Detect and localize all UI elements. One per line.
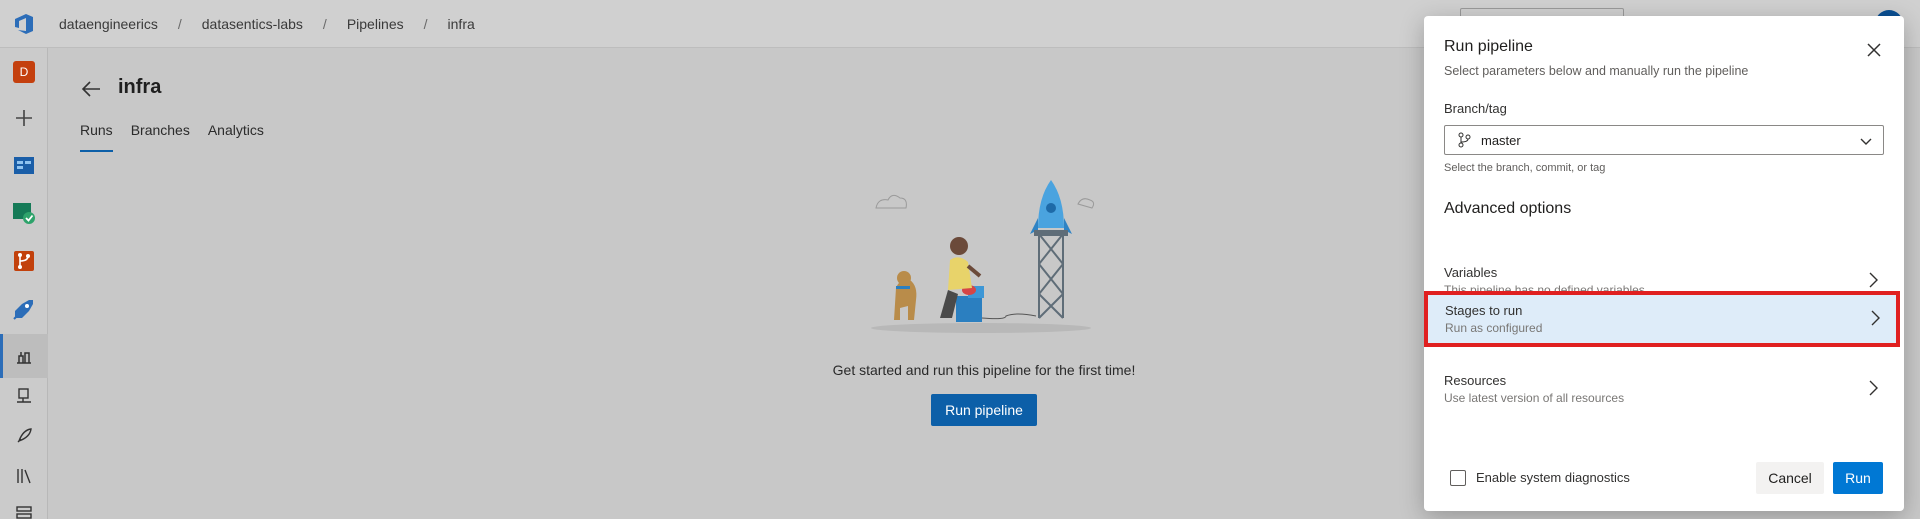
org-avatar-icon[interactable]: D	[12, 60, 36, 84]
builds-icon[interactable]	[12, 344, 36, 368]
chevron-right-icon	[1869, 272, 1878, 288]
option-resources[interactable]: Resources Use latest version of all reso…	[1424, 361, 1904, 415]
branch-select[interactable]: master	[1444, 125, 1884, 155]
plus-icon[interactable]	[12, 106, 36, 130]
diagnostics-label[interactable]: Enable system diagnostics	[1476, 470, 1630, 485]
chevron-right-icon	[1869, 380, 1878, 396]
org-avatar-letter: D	[13, 61, 35, 83]
tab-analytics[interactable]: Analytics	[208, 122, 264, 152]
chevron-right-icon	[1871, 310, 1880, 326]
back-arrow-icon[interactable]	[80, 78, 102, 100]
highlight-box	[1424, 291, 1900, 347]
run-button[interactable]: Run	[1833, 462, 1883, 494]
breadcrumb-separator: /	[322, 16, 327, 32]
option-description: Run as configured	[1445, 321, 1543, 335]
option-title: Stages to run	[1445, 303, 1523, 318]
chevron-down-icon	[1860, 138, 1872, 145]
tab-runs[interactable]: Runs	[80, 122, 113, 152]
empty-state-text: Get started and run this pipeline for th…	[832, 362, 1136, 378]
library-icon[interactable]	[12, 464, 36, 488]
panel-title: Run pipeline	[1444, 38, 1533, 55]
cancel-button[interactable]: Cancel	[1756, 462, 1824, 494]
diagnostics-checkbox[interactable]	[1450, 470, 1466, 486]
breadcrumb-pipelines[interactable]: Pipelines	[347, 16, 404, 32]
breadcrumb: dataengineerics / datasentics-labs / Pip…	[59, 0, 475, 48]
page-title: infra	[118, 76, 162, 98]
test-plans-icon[interactable]	[12, 201, 36, 225]
left-nav: D	[0, 48, 48, 519]
close-icon[interactable]	[1862, 38, 1886, 62]
advanced-options-heading: Advanced options	[1444, 200, 1572, 217]
run-pipeline-panel: Run pipeline Select parameters below and…	[1424, 16, 1904, 511]
breadcrumb-separator: /	[423, 16, 428, 32]
panel-subtitle: Select parameters below and manually run…	[1444, 64, 1749, 78]
branch-label: Branch/tag	[1444, 101, 1507, 116]
breadcrumb-org[interactable]: dataengineerics	[59, 16, 158, 32]
boards-icon[interactable]	[12, 153, 36, 177]
branch-hint: Select the branch, commit, or tag	[1444, 162, 1606, 174]
breadcrumb-pipeline[interactable]: infra	[448, 16, 475, 32]
environments-icon[interactable]	[12, 384, 36, 408]
pipelines-icon[interactable]	[12, 297, 36, 321]
option-stages-to-run[interactable]: Stages to run Run as configured	[1424, 291, 1904, 347]
branch-value: master	[1481, 132, 1521, 148]
releases-icon[interactable]	[12, 424, 36, 448]
breadcrumb-project[interactable]: datasentics-labs	[202, 16, 303, 32]
option-description: Use latest version of all resources	[1444, 391, 1625, 405]
option-title: Variables	[1444, 265, 1498, 280]
task-groups-icon[interactable]	[12, 500, 36, 519]
azure-devops-logo-icon[interactable]	[12, 12, 36, 36]
run-pipeline-button[interactable]: Run pipeline	[931, 394, 1037, 426]
breadcrumb-separator: /	[177, 16, 182, 32]
branch-icon	[1458, 132, 1471, 148]
page-tabs: Runs Branches Analytics	[80, 122, 282, 152]
empty-state-illustration	[871, 180, 1095, 333]
repos-icon[interactable]	[12, 249, 36, 273]
option-title: Resources	[1444, 373, 1507, 388]
tab-branches[interactable]: Branches	[131, 122, 190, 152]
